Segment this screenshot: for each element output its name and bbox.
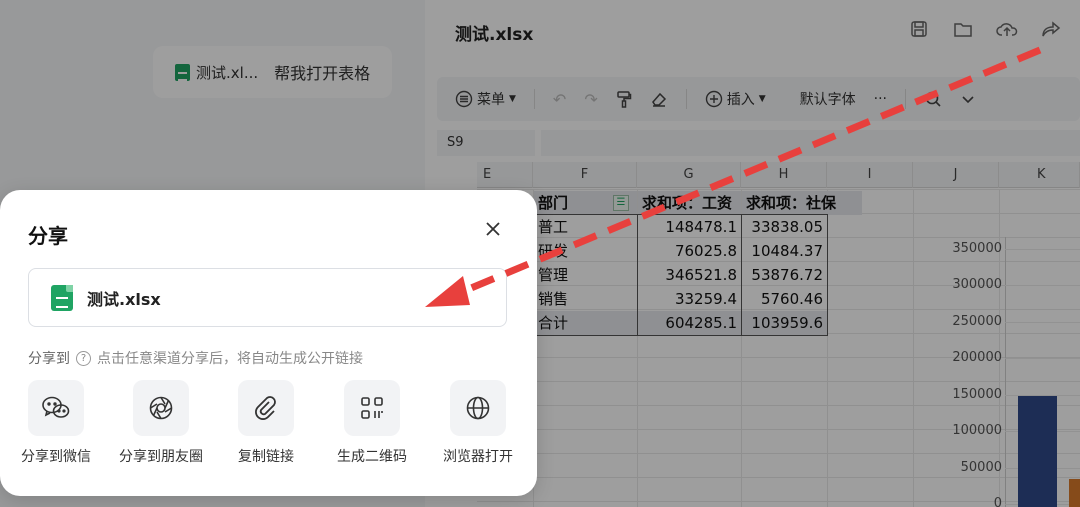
share-hint-prefix: 分享到	[28, 351, 70, 367]
copy-link-button[interactable]: 复制链接	[216, 380, 316, 466]
share-option-label: 浏览器打开	[443, 449, 513, 465]
open-in-browser-button[interactable]: 浏览器打开	[428, 380, 528, 466]
share-option-label: 分享到朋友圈	[119, 449, 203, 465]
moments-icon	[133, 380, 189, 436]
shared-file-name: 测试.xlsx	[87, 289, 161, 309]
spreadsheet-file-icon	[51, 284, 73, 311]
share-dialog: 分享 测试.xlsx 分享到 ? 点击任意渠道分享后，将自动生成公开链接 分享到…	[0, 190, 537, 496]
share-option-label: 复制链接	[238, 449, 294, 465]
link-icon	[238, 380, 294, 436]
share-hint: 分享到 ? 点击任意渠道分享后，将自动生成公开链接	[28, 348, 363, 368]
share-option-label: 生成二维码	[337, 449, 407, 465]
qrcode-icon	[344, 380, 400, 436]
close-icon[interactable]	[482, 220, 504, 242]
dialog-title: 分享	[28, 224, 68, 248]
wechat-icon	[28, 380, 84, 436]
generate-qrcode-button[interactable]: 生成二维码	[322, 380, 422, 466]
help-icon[interactable]: ?	[76, 350, 91, 366]
share-moments-button[interactable]: 分享到朋友圈	[111, 380, 211, 466]
globe-icon	[450, 380, 506, 436]
share-option-label: 分享到微信	[21, 449, 91, 465]
share-options: 分享到微信 分享到朋友圈 复制链接 生成二维码 浏览器打开	[0, 380, 537, 480]
share-hint-text: 点击任意渠道分享后，将自动生成公开链接	[97, 351, 363, 367]
shared-file-card[interactable]: 测试.xlsx	[28, 268, 507, 327]
share-wechat-button[interactable]: 分享到微信	[6, 380, 106, 466]
